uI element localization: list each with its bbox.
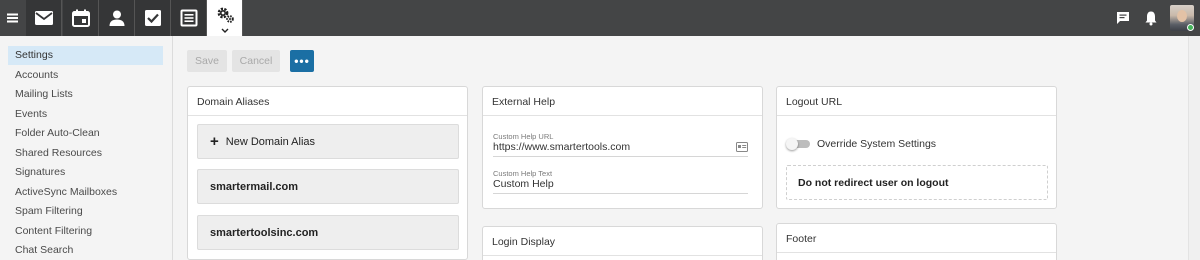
- login-display-title: Login Display: [492, 236, 556, 248]
- sidebar-item-signatures[interactable]: Signatures: [8, 163, 163, 182]
- card-divider: [483, 115, 762, 116]
- logout-redirect-option[interactable]: Do not redirect user on logout: [786, 165, 1048, 200]
- chat-icon: [1117, 12, 1129, 24]
- online-status-indicator: [1187, 24, 1194, 31]
- domain-aliases-card: Domain Aliases + New Domain Alias smarte…: [187, 86, 468, 260]
- sidebar-item-shared-resources[interactable]: Shared Resources: [8, 144, 163, 163]
- notes-icon: [180, 9, 197, 27]
- avatar-face: [1177, 10, 1187, 22]
- notes-app-tab[interactable]: [171, 0, 207, 36]
- bell-icon: [1145, 11, 1157, 26]
- domain-aliases-title: Domain Aliases: [197, 96, 270, 108]
- domain-alias-item[interactable]: smartertoolsinc.com: [197, 215, 459, 250]
- tasks-icon: [144, 10, 161, 26]
- external-help-card: External Help Custom Help URL https://ww…: [482, 86, 763, 209]
- sidebar-item-mailing-lists[interactable]: Mailing Lists: [8, 85, 163, 104]
- settings-app-tab[interactable]: [207, 0, 243, 36]
- mail-icon: [34, 11, 53, 25]
- card-divider: [188, 115, 467, 116]
- mail-app-tab[interactable]: [26, 0, 62, 36]
- custom-help-url-input[interactable]: https://www.smartertools.com: [493, 141, 630, 153]
- top-bar: [0, 0, 1200, 36]
- new-domain-alias-button[interactable]: + New Domain Alias: [197, 124, 459, 159]
- sidebar-item-chat-search[interactable]: Chat Search: [8, 241, 163, 260]
- page-scrollbar[interactable]: [1188, 36, 1200, 260]
- sidebar-item-accounts[interactable]: Accounts: [8, 66, 163, 85]
- sidebar-item-folder-auto-clean[interactable]: Folder Auto-Clean: [8, 124, 163, 143]
- logout-url-title: Logout URL: [786, 96, 843, 108]
- sidebar: Settings Accounts Mailing Lists Events F…: [0, 36, 173, 260]
- address-card-icon[interactable]: [736, 142, 748, 152]
- sidebar-item-content-filtering[interactable]: Content Filtering: [8, 222, 163, 241]
- calendar-app-tab[interactable]: [63, 0, 99, 36]
- input-underline: [493, 193, 748, 194]
- login-display-card: Login Display: [482, 226, 763, 260]
- chat-button[interactable]: [1114, 0, 1132, 36]
- settings-gear-icon: [217, 7, 234, 23]
- cancel-button[interactable]: Cancel: [232, 50, 280, 72]
- new-domain-alias-label: New Domain Alias: [225, 135, 316, 148]
- sidebar-item-spam-filtering[interactable]: Spam Filtering: [8, 202, 163, 221]
- domain-alias-item[interactable]: smartermail.com: [197, 169, 459, 204]
- logout-url-card: Logout URL Override System Settings Do n…: [776, 86, 1057, 209]
- contacts-icon: [109, 10, 124, 26]
- override-system-settings-label: Override System Settings: [817, 138, 937, 150]
- toggle-knob: [786, 138, 798, 150]
- override-system-settings-toggle[interactable]: [786, 138, 810, 150]
- contacts-app-tab[interactable]: [99, 0, 135, 36]
- hamburger-menu-icon[interactable]: [0, 0, 25, 36]
- card-divider: [483, 255, 762, 256]
- main-content: Save Cancel ••• Domain Aliases + New Dom…: [174, 36, 1200, 260]
- card-divider: [777, 115, 1056, 116]
- footer-title: Footer: [786, 233, 817, 245]
- tasks-app-tab[interactable]: [135, 0, 171, 36]
- sidebar-item-activesync-mailboxes[interactable]: ActiveSync Mailboxes: [8, 183, 163, 202]
- plus-icon: +: [210, 133, 219, 150]
- custom-help-text-input[interactable]: Custom Help: [493, 178, 554, 190]
- chevron-down-icon: [221, 28, 228, 33]
- sidebar-item-events[interactable]: Events: [8, 105, 163, 124]
- input-underline: [493, 156, 748, 157]
- notifications-button[interactable]: [1142, 0, 1160, 36]
- sidebar-item-settings[interactable]: Settings: [8, 46, 163, 65]
- more-actions-button[interactable]: •••: [290, 50, 314, 72]
- user-avatar[interactable]: [1170, 5, 1194, 31]
- custom-help-text-label: Custom Help Text: [493, 169, 553, 178]
- card-divider: [777, 252, 1056, 253]
- save-button[interactable]: Save: [187, 50, 227, 72]
- footer-card: Footer: [776, 223, 1057, 260]
- custom-help-url-label: Custom Help URL: [493, 132, 554, 141]
- calendar-icon: [71, 9, 90, 27]
- external-help-title: External Help: [492, 96, 556, 108]
